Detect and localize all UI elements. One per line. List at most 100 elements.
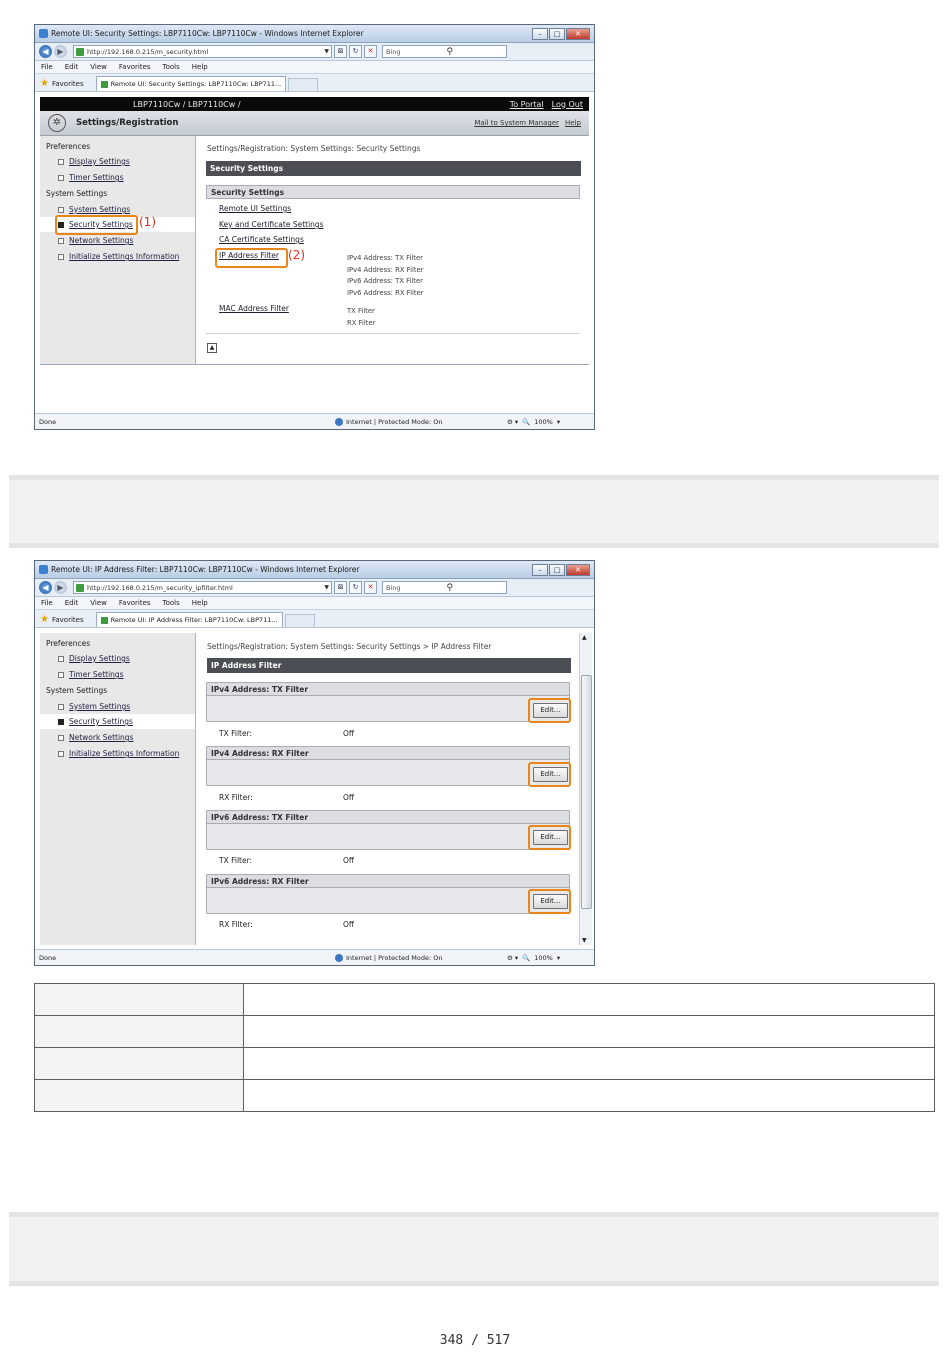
table-row — [34, 1015, 935, 1048]
menu-favorites[interactable]: Favorites — [119, 599, 151, 607]
menu-edit[interactable]: Edit — [65, 599, 79, 607]
search-placeholder: Bing — [386, 583, 401, 592]
tab-favicon — [100, 80, 108, 88]
sidebar-item-security-settings[interactable]: Security Settings — [58, 717, 133, 726]
maximize-button[interactable]: □ — [549, 28, 565, 40]
favorites-button[interactable]: Favorites — [52, 77, 84, 91]
mac-desc-item: TX Filter — [347, 307, 375, 315]
protected-mode-icon[interactable]: ⚙ ▾ — [507, 954, 518, 962]
sidebar-item-system-settings[interactable]: System Settings — [58, 702, 130, 711]
browser-tab[interactable]: Remote UI: IP Address Filter: LBP7110Cw:… — [95, 612, 283, 627]
key-certificate-settings-link[interactable]: Key and Certificate Settings — [219, 220, 324, 229]
filter-label: RX Filter: — [219, 793, 253, 802]
new-tab-button[interactable] — [288, 78, 319, 91]
table-cell — [34, 983, 244, 1016]
ca-certificate-settings-link[interactable]: CA Certificate Settings — [219, 235, 304, 244]
sidebar: Preferences Display Settings Timer Setti… — [40, 633, 196, 945]
dropdown-arrow-icon[interactable]: ▼ — [324, 48, 329, 55]
search-icon[interactable]: ⚲ — [447, 47, 454, 57]
close-button[interactable]: ✕ — [566, 28, 590, 40]
menu-help[interactable]: Help — [192, 599, 208, 607]
forward-icon[interactable]: ▶ — [54, 45, 67, 58]
favorites-button[interactable]: Favorites — [52, 613, 84, 627]
compat-view-icon[interactable]: ⊠ — [334, 45, 347, 58]
minimize-button[interactable]: – — [532, 28, 548, 40]
status-bar: Done Internet | Protected Mode: On ⚙ ▾ 🔍 1… — [35, 949, 594, 965]
dropdown-arrow-icon[interactable]: ▼ — [324, 584, 329, 591]
section-title: IPv4 Address: TX Filter — [206, 682, 570, 696]
compat-view-icon[interactable]: ⊠ — [334, 581, 347, 594]
bullet-icon — [58, 174, 64, 181]
settings-title: Settings/Registration — [76, 118, 179, 128]
site-favicon — [76, 583, 84, 592]
menu-tools[interactable]: Tools — [163, 599, 180, 607]
refresh-icon[interactable]: ↻ — [349, 45, 362, 58]
search-input[interactable]: Bing ⚲ — [382, 45, 507, 58]
section-title: IPv6 Address: RX Filter — [206, 874, 570, 888]
mail-system-manager-link[interactable]: Mail to System Manager — [474, 119, 559, 127]
menu-view[interactable]: View — [90, 599, 107, 607]
log-out-link[interactable]: Log Out — [552, 100, 583, 109]
scroll-down-icon[interactable]: ▼ — [582, 937, 587, 944]
maximize-button[interactable]: □ — [549, 564, 565, 576]
zoom-dropdown-icon[interactable]: ▾ — [557, 418, 560, 426]
highlight-edit-button — [528, 762, 571, 787]
sidebar-item-network-settings[interactable]: Network Settings — [58, 733, 133, 742]
page-top-icon[interactable]: ▲ — [207, 343, 217, 353]
sidebar-item-system-settings[interactable]: System Settings — [58, 205, 130, 214]
remote-ui-settings-link[interactable]: Remote UI Settings — [219, 204, 291, 213]
url-input[interactable]: http://192.168.0.215/m_security_ipfilter… — [73, 581, 332, 594]
to-portal-link[interactable]: To Portal — [510, 100, 544, 109]
filter-label: RX Filter: — [219, 920, 253, 929]
table-cell — [243, 1015, 935, 1048]
bullet-icon — [58, 750, 64, 757]
refresh-icon[interactable]: ↻ — [349, 581, 362, 594]
menu-tools[interactable]: Tools — [163, 63, 180, 71]
page-title: IP Address Filter — [207, 658, 571, 673]
menu-edit[interactable]: Edit — [65, 63, 79, 71]
filter-value: Off — [343, 793, 355, 802]
ie-icon — [39, 29, 48, 38]
back-icon[interactable]: ◀ — [39, 45, 52, 58]
search-input[interactable]: Bing ⚲ — [382, 581, 507, 594]
menu-favorites[interactable]: Favorites — [119, 63, 151, 71]
sidebar-item-timer-settings[interactable]: Timer Settings — [58, 670, 124, 679]
url-input[interactable]: http://192.168.0.215/m_security.html ▼ — [73, 45, 332, 58]
scroll-up-icon[interactable]: ▲ — [582, 634, 587, 641]
minimize-button[interactable]: – — [532, 564, 548, 576]
url-text: http://192.168.0.215/m_security_ipfilter… — [87, 583, 233, 592]
sidebar-item-display-settings[interactable]: Display Settings — [58, 654, 130, 663]
menu-file[interactable]: File — [41, 63, 53, 71]
browser-tab[interactable]: Remote UI: Security Settings: LBP7110Cw:… — [95, 76, 287, 91]
sidebar-item-display-settings[interactable]: Display Settings — [58, 157, 130, 166]
search-icon[interactable]: ⚲ — [447, 583, 454, 593]
mac-address-filter-link[interactable]: MAC Address Filter — [219, 304, 289, 313]
stop-icon[interactable]: ✕ — [364, 581, 377, 594]
zoom-level[interactable]: 100% — [534, 418, 553, 426]
status-text: Done — [39, 953, 57, 962]
new-tab-button[interactable] — [284, 614, 315, 627]
vertical-scrollbar[interactable]: ▲ ▼ — [579, 633, 592, 945]
sidebar-item-initialize[interactable]: Initialize Settings Information — [58, 252, 179, 261]
protected-mode-icon[interactable]: ⚙ ▾ — [507, 418, 518, 426]
help-link[interactable]: Help — [565, 119, 581, 127]
back-icon[interactable]: ◀ — [39, 581, 52, 594]
menu-view[interactable]: View — [90, 63, 107, 71]
sidebar-item-network-settings[interactable]: Network Settings — [58, 236, 133, 245]
edit-panel — [206, 759, 570, 786]
menu-help[interactable]: Help — [192, 63, 208, 71]
sidebar-item-initialize[interactable]: Initialize Settings Information — [58, 749, 179, 758]
zoom-level[interactable]: 100% — [534, 954, 553, 962]
stop-icon[interactable]: ✕ — [364, 45, 377, 58]
bullet-icon — [58, 253, 64, 260]
scrollbar-thumb[interactable] — [581, 675, 592, 909]
favorites-star-icon[interactable]: ★ — [40, 613, 49, 627]
settings-gear-icon: ✲ — [48, 114, 66, 132]
favorites-star-icon[interactable]: ★ — [40, 77, 49, 91]
menu-file[interactable]: File — [41, 599, 53, 607]
sidebar-item-timer-settings[interactable]: Timer Settings — [58, 173, 124, 182]
tab-favicon — [100, 616, 108, 624]
forward-icon[interactable]: ▶ — [54, 581, 67, 594]
close-button[interactable]: ✕ — [566, 564, 590, 576]
zoom-dropdown-icon[interactable]: ▾ — [557, 954, 560, 962]
